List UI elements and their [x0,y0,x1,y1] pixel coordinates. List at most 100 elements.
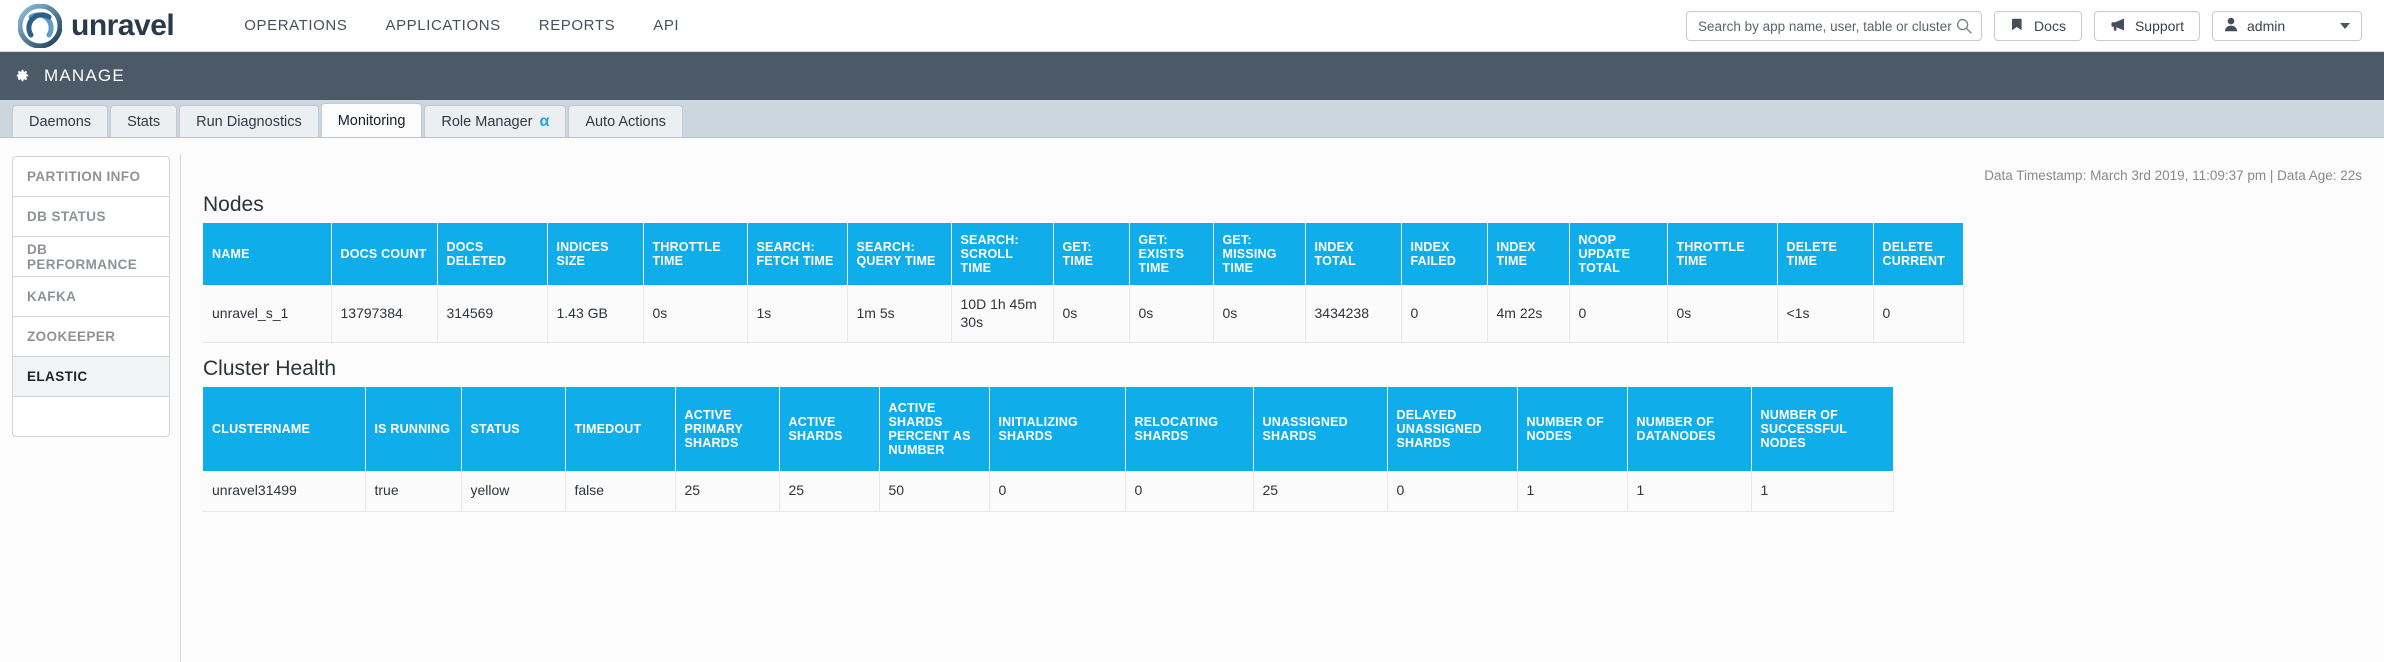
table-cell: 0s [643,285,748,343]
menu-item-applications[interactable]: APPLICATIONS [385,17,500,34]
table-row[interactable]: unravel_s_1 13797384 314569 1.43 GB 0s 1s 1m 5… [203,285,1964,343]
column-header[interactable]: RELOCATING SHARDS [1125,387,1254,471]
table-cell: 0 [1387,471,1518,512]
brand[interactable]: unravel [17,3,175,48]
column-header[interactable]: THROTTLE TIME [643,223,748,285]
column-header[interactable]: NUMBER OF NODES [1517,387,1628,471]
docs-label: Docs [2034,18,2066,34]
tab-label: Role Manager [441,113,533,130]
column-header[interactable]: GET: TIME [1053,223,1130,285]
tab-role-manager[interactable]: Role Manager α [424,105,567,137]
column-header[interactable]: DELETE CURRENT [1873,223,1964,285]
sidebar-item-db-performance[interactable]: DB PERFORMANCE [12,236,170,277]
top-navigation-bar: unravel OPERATIONS APPLICATIONS REPORTS … [0,0,2384,52]
brand-name: unravel [71,8,175,42]
column-header[interactable]: GET: EXISTS TIME [1129,223,1214,285]
cluster-health-table: CLUSTERNAME IS RUNNING STATUS TIMEDOUT ACTIV… [203,387,1894,512]
column-header[interactable]: DELETE TIME [1777,223,1874,285]
tab-label: Run Diagnostics [196,113,302,130]
sidebar-item-empty[interactable] [12,396,170,437]
main-menu: OPERATIONS APPLICATIONS REPORTS API [244,17,679,34]
column-header[interactable]: NOOP UPDATE TOTAL [1569,223,1668,285]
column-header[interactable]: IS RUNNING [365,387,462,471]
column-header[interactable]: SEARCH: QUERY TIME [847,223,952,285]
alpha-badge-icon: α [539,112,550,130]
tab-run-diagnostics[interactable]: Run Diagnostics [179,105,319,137]
tab-monitoring[interactable]: Monitoring [320,103,423,137]
column-header[interactable]: INITIALIZING SHARDS [989,387,1126,471]
column-header[interactable]: ACTIVE SHARDS [779,387,880,471]
column-header[interactable]: NUMBER OF SUCCESSFUL NODES [1751,387,1894,471]
column-header[interactable]: CLUSTERNAME [203,387,366,471]
column-header[interactable]: ACTIVE SHARDS PERCENT AS NUMBER [879,387,990,471]
search-icon[interactable] [1956,18,1972,34]
tab-daemons[interactable]: Daemons [12,105,109,137]
sidebar-item-elastic[interactable]: ELASTIC [12,356,170,397]
column-header[interactable]: INDEX FAILED [1401,223,1488,285]
sidebar: PARTITION INFO DB STATUS DB PERFORMANCE … [12,154,170,662]
column-header[interactable]: TIMEDOUT [565,387,676,471]
search-input[interactable] [1696,17,1957,35]
support-label: Support [2134,18,2184,34]
table-cell: 50 [879,471,990,512]
sidebar-item-label: DB STATUS [27,209,106,224]
table-cell: 0 [1873,285,1964,343]
menu-item-api[interactable]: API [653,17,679,34]
table-row[interactable]: unravel31499 true yellow false 25 25 50 0 0 25 0 1 1… [203,471,1894,512]
column-header[interactable]: INDICES SIZE [547,223,644,285]
column-header[interactable]: DOCS DELETED [437,223,548,285]
tab-auto-actions[interactable]: Auto Actions [568,105,683,137]
unravel-logo-icon [17,3,63,48]
sidebar-item-label: KAFKA [27,289,77,304]
column-header[interactable]: NUMBER OF DATANODES [1627,387,1752,471]
tab-stats[interactable]: Stats [110,105,178,137]
table-cell: false [565,471,676,512]
user-menu-button[interactable]: admin [2212,11,2362,41]
column-header[interactable]: DOCS COUNT [331,223,438,285]
table-cell: <1s [1777,285,1874,343]
column-header[interactable]: INDEX TOTAL [1305,223,1402,285]
sidebar-item-db-status[interactable]: DB STATUS [12,196,170,237]
table-cell: 0 [1569,285,1668,343]
table-cell: 0s [1129,285,1214,343]
table-cell: 25 [675,471,780,512]
column-header[interactable]: INDEX TIME [1487,223,1570,285]
nodes-table: NAME DOCS COUNT DOCS DELETED INDICES SIZE TH… [203,223,1964,343]
menu-item-operations[interactable]: OPERATIONS [244,17,347,34]
column-header[interactable]: ACTIVE PRIMARY SHARDS [675,387,780,471]
main-panel: Data Timestamp: March 3rd 2019, 11:09:37… [180,154,2384,662]
tab-label: Daemons [29,113,92,130]
tab-bar: Daemons Stats Run Diagnostics Monitoring… [0,100,2384,138]
table-cell: 10D 1h 45m 30s [951,285,1054,343]
table-cell: unravel31499 [203,471,366,512]
sidebar-item-partition-info[interactable]: PARTITION INFO [12,156,170,197]
cluster-health-table-wrapper[interactable]: CLUSTERNAME IS RUNNING STATUS TIMEDOUT ACTIV… [203,387,2374,512]
table-cell: 1 [1517,471,1628,512]
column-header[interactable]: SEARCH: FETCH TIME [747,223,848,285]
sidebar-item-zookeeper[interactable]: ZOOKEEPER [12,316,170,357]
table-cell: true [365,471,462,512]
menu-item-reports[interactable]: REPORTS [539,17,615,34]
column-header[interactable]: NAME [203,223,332,285]
column-header[interactable]: THROTTLE TIME [1667,223,1778,285]
sidebar-item-kafka[interactable]: KAFKA [12,276,170,317]
docs-button[interactable]: Docs [1994,11,2082,41]
table-cell: 0s [1667,285,1778,343]
column-header[interactable]: SEARCH: SCROLL TIME [951,223,1054,285]
column-header[interactable]: UNASSIGNED SHARDS [1253,387,1388,471]
sidebar-item-label: ZOOKEEPER [27,329,116,344]
table-cell: 0s [1053,285,1130,343]
tab-label: Auto Actions [585,113,666,130]
column-header[interactable]: GET: MISSING TIME [1213,223,1306,285]
table-cell: 314569 [437,285,548,343]
table-cell: 1m 5s [847,285,952,343]
support-button[interactable]: Support [2093,11,2200,41]
column-header[interactable]: DELAYED UNASSIGNED SHARDS [1387,387,1518,471]
user-label: admin [2247,18,2286,34]
chevron-down-icon[interactable] [2340,23,2350,29]
tab-label: Monitoring [337,112,406,129]
search-box[interactable] [1686,11,1983,41]
nodes-table-wrapper[interactable]: NAME DOCS COUNT DOCS DELETED INDICES SIZE TH… [203,223,2374,343]
table-cell: unravel_s_1 [203,285,332,343]
column-header[interactable]: STATUS [461,387,566,471]
